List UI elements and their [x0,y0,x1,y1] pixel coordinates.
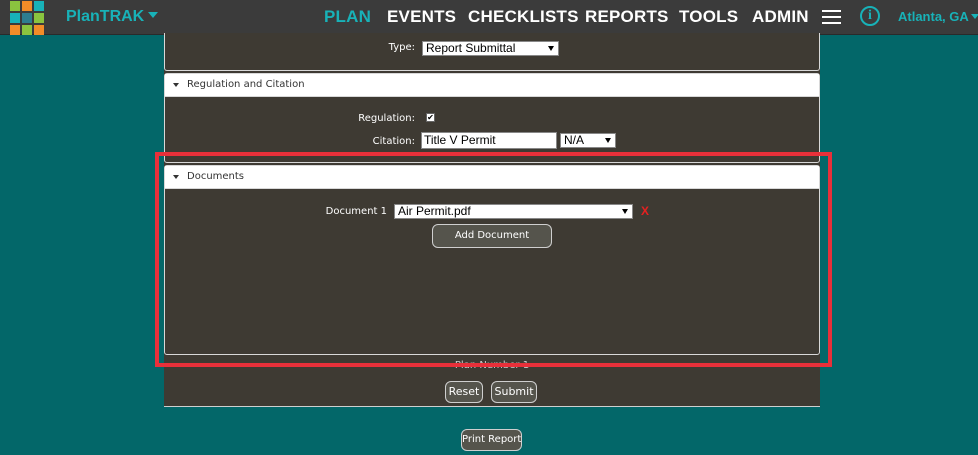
location-menu[interactable]: Atlanta, GA [898,9,978,24]
nav-plan[interactable]: PLAN [324,7,371,27]
collapse-triangle-icon [173,83,179,87]
print-report-button[interactable]: Print Report [461,429,522,451]
document-1-select[interactable]: Air Permit.pdf [394,204,633,219]
nav-admin[interactable]: ADMIN [752,7,809,27]
citation-input[interactable]: Title V Permit [421,132,557,149]
brand-name: PlanTRAK [66,8,145,25]
citation-select[interactable]: N/A [560,133,616,148]
caret-down-icon [148,12,159,18]
document-1-value: Air Permit.pdf [398,204,471,218]
nav-tools[interactable]: TOOLS [679,7,738,27]
documents-section: Documents Document 1 Air Permit.pdf X Ad… [164,165,820,355]
type-select[interactable]: Report Submittal [422,41,559,56]
dropdown-arrow-icon [622,209,628,214]
document-1-label: Document 1 [325,206,387,217]
type-select-value: Report Submittal [426,41,516,55]
dropdown-arrow-icon [548,46,554,51]
hamburger-icon[interactable] [822,10,841,24]
submit-button[interactable]: Submit [491,381,537,403]
regulation-section-header[interactable]: Regulation and Citation [165,74,819,97]
reset-button[interactable]: Reset [445,381,483,403]
regulation-label: Regulation: [358,113,415,124]
info-icon[interactable]: i [860,6,880,26]
plantrak-logo[interactable] [10,1,45,35]
caret-down-icon [970,14,978,19]
panel-bottom-divider [164,406,820,407]
documents-section-title: Documents [187,171,245,182]
location-label: Atlanta, GA [898,9,969,24]
add-document-button[interactable]: Add Document [432,224,552,248]
regulation-section-title: Regulation and Citation [187,79,305,90]
dropdown-arrow-icon [605,138,611,143]
nav-checklists[interactable]: CHECKLISTS [468,7,579,27]
citation-label: Citation: [372,136,415,147]
documents-section-header[interactable]: Documents [165,166,819,189]
collapse-triangle-icon [173,175,179,179]
citation-select-value: N/A [564,133,585,147]
regulation-checkbox[interactable]: ✔ [426,113,435,122]
regulation-section: Regulation and Citation Regulation: ✔ Ci… [164,73,820,163]
top-navbar: PlanTRAK PLAN EVENTS CHECKLISTS REPORTS … [0,0,978,35]
type-label: Type: [388,42,415,53]
nav-reports[interactable]: REPORTS [585,7,669,27]
plan-number: Plan Number 1 [454,360,530,371]
nav-events[interactable]: EVENTS [387,7,456,27]
brand-menu[interactable]: PlanTRAK [66,8,159,26]
type-section: Type: Report Submittal [164,33,820,71]
remove-document-icon[interactable]: X [641,204,649,218]
